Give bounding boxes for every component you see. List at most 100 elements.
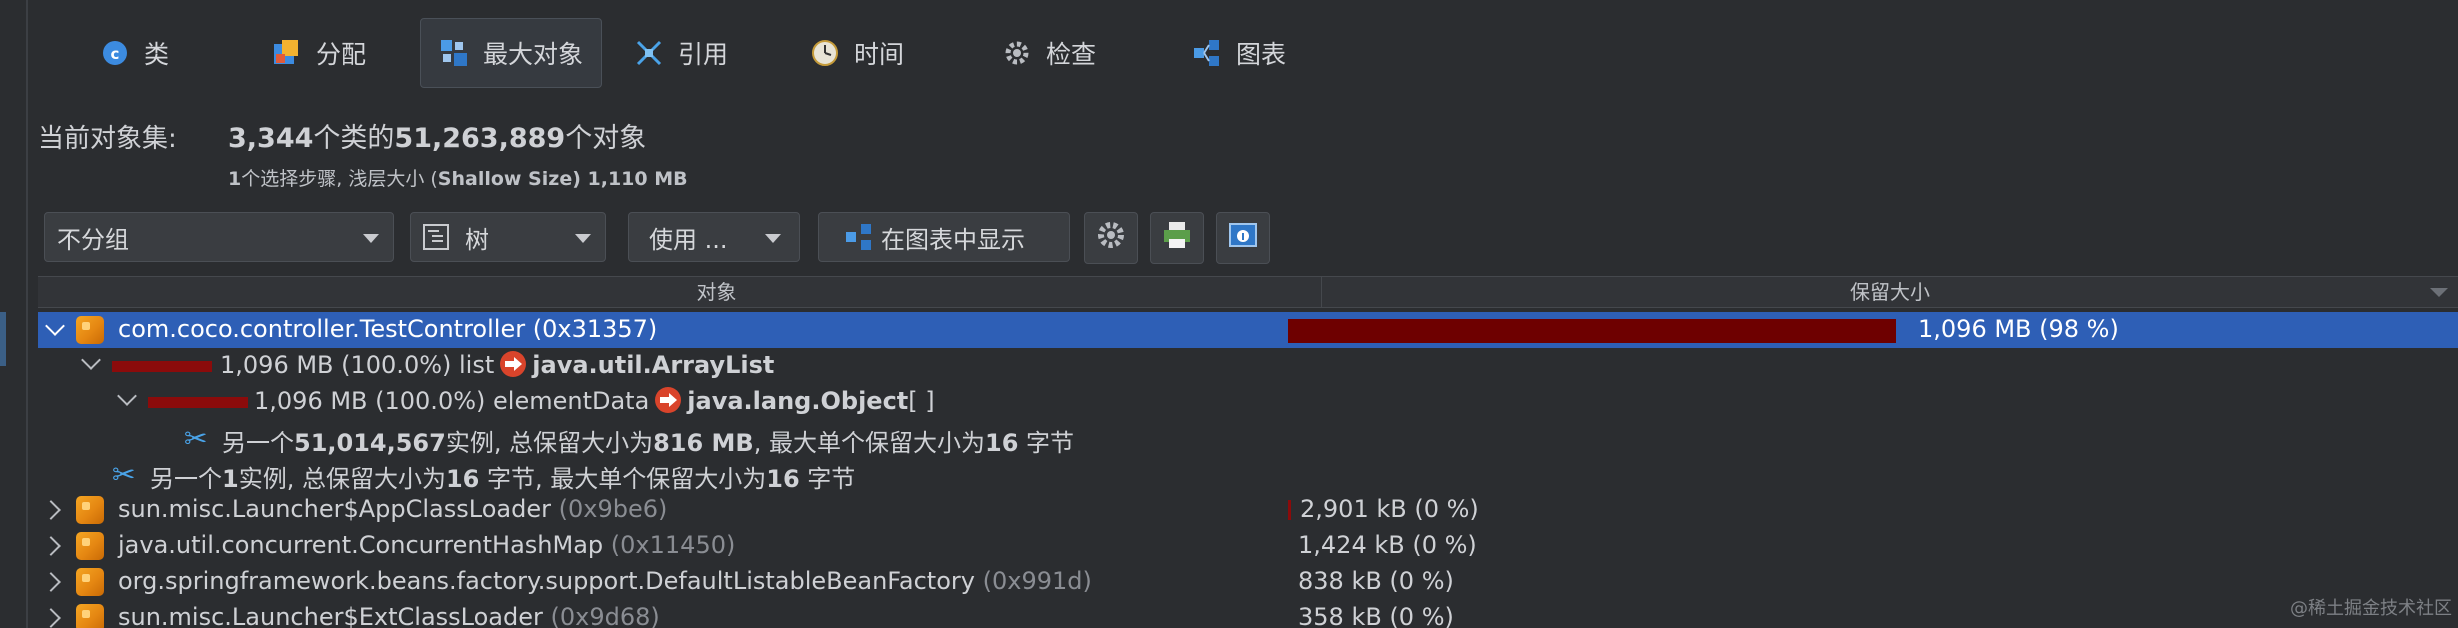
max-retained-size: 16 (766, 465, 800, 493)
chevron-right-icon[interactable] (41, 572, 61, 592)
table-row[interactable]: 1,096 MB (100.0%) elementData java.lang.O… (38, 384, 2458, 420)
printer-icon (1161, 219, 1193, 257)
class-name: sun.misc.Launcher$AppClassLoader (118, 495, 551, 523)
summary-text: 字节 (799, 465, 856, 493)
table-row[interactable]: java.util.concurrent.ConcurrentHashMap (… (38, 528, 2458, 564)
info-panel-button[interactable] (1216, 212, 1270, 264)
column-header-retained-size[interactable]: 保留大小 (1322, 277, 2458, 307)
grouping-value: 不分组 (57, 225, 129, 254)
class-icon: c (100, 38, 130, 68)
class-name: sun.misc.Launcher$ExtClassLoader (118, 603, 543, 628)
table-header: 对象 保留大小 (38, 276, 2458, 308)
table-row[interactable]: ✂ 另一个1实例, 总保留大小为16 字节, 最大单个保留大小为16 字节 (38, 456, 2458, 494)
field-name: list (459, 351, 495, 379)
object-set-label: 当前对象集: (38, 124, 177, 154)
allocation-icon (272, 38, 302, 68)
object-instance-icon (76, 496, 104, 524)
left-gutter (0, 0, 28, 628)
tab-label: 时间 (854, 40, 905, 69)
object-set-summary: 3,344个类的51,263,889个对象 (228, 116, 646, 155)
retained-size: 358 kB (0 %) (1298, 603, 1454, 628)
object-address: (0x991d) (982, 567, 1092, 595)
svg-text:c: c (111, 45, 120, 63)
show-in-graph-button[interactable]: 在图表中显示 (818, 212, 1070, 262)
table-row[interactable]: sun.misc.Launcher$AppClassLoader (0x9be6… (38, 492, 2458, 528)
cut-off-summary: 另一个51,014,567实例, 总保留大小为816 MB, 最大单个保留大小为… (222, 423, 1074, 458)
view-tabs: c 类 分配 最大对象 引用 时间 检查 图表 (30, 14, 2458, 92)
tab-label: 类 (144, 40, 170, 69)
retained-size: 838 kB (0 %) (1298, 567, 1454, 595)
use-label: 使用 ... (649, 225, 728, 254)
table-row[interactable]: org.springframework.beans.factory.suppor… (38, 564, 2458, 600)
summary-text: 字节 (1018, 429, 1075, 457)
object-name: sun.misc.Launcher$AppClassLoader (0x9be6… (118, 495, 667, 523)
sort-descending-icon (2430, 288, 2448, 297)
tab-allocations[interactable]: 分配 (254, 18, 384, 88)
cut-off-summary: 另一个1实例, 总保留大小为16 字节, 最大单个保留大小为16 字节 (150, 459, 855, 494)
tab-biggest-objects[interactable]: 最大对象 (420, 18, 603, 88)
retained-size-percent: 1,096 MB (100.0%) (220, 351, 452, 379)
chevron-down-icon[interactable] (117, 386, 137, 406)
table-row[interactable]: sun.misc.Launcher$ExtClassLoader (0x9d68… (38, 600, 2458, 628)
object-address: (0x11450) (610, 531, 736, 559)
selection-steps-info: 1个选择步骤, 浅层大小 (Shallow Size) 1,110 MB (228, 164, 688, 191)
reference-arrow-icon (655, 387, 682, 413)
graph-icon (1192, 38, 1222, 68)
table-row[interactable]: 1,096 MB (100.0%) list java.util.ArrayLis… (38, 348, 2458, 384)
chevron-down-icon (363, 234, 379, 243)
chevron-right-icon[interactable] (41, 608, 61, 628)
retained-size: 1,424 kB (0 %) (1298, 531, 1477, 559)
instance-count: 1 (222, 465, 239, 493)
object-address: (0x31357) (532, 315, 658, 343)
watermark: @稀土掘金技术社区 (2290, 598, 2452, 619)
gutter-marker (0, 312, 6, 366)
tab-graph[interactable]: 图表 (1174, 18, 1304, 88)
tab-time[interactable]: 时间 (792, 18, 922, 88)
steps-count: 1 (228, 168, 242, 190)
table-row[interactable]: com.coco.controller.TestController (0x31… (38, 312, 2458, 348)
scissors-icon: ✂ (184, 422, 208, 455)
tab-label: 最大对象 (483, 40, 584, 69)
tab-inspect[interactable]: 检查 (984, 18, 1114, 88)
graph-icon (845, 223, 873, 251)
tab-classes[interactable]: c 类 (82, 18, 187, 88)
retained-size-bar (1288, 319, 1896, 343)
object-name: java.util.concurrent.ConcurrentHashMap (… (118, 531, 735, 559)
settings-button[interactable] (1084, 212, 1138, 264)
chevron-down-icon (575, 234, 591, 243)
references-icon (634, 38, 664, 68)
gear-icon (1095, 219, 1127, 257)
export-button[interactable] (1150, 212, 1204, 264)
object-instance-icon (76, 532, 104, 560)
object-instance-icon (76, 604, 104, 628)
class-name: com.coco.controller.TestController (118, 315, 526, 343)
class-count: 3,344 (228, 123, 314, 154)
chevron-down-icon[interactable] (81, 350, 101, 370)
chevron-right-icon[interactable] (41, 500, 61, 520)
column-header-object[interactable]: 对象 (112, 277, 1322, 307)
tab-label: 分配 (316, 40, 367, 69)
view-mode-value: 树 (465, 225, 489, 254)
tab-references[interactable]: 引用 (616, 18, 746, 88)
time-icon (810, 38, 840, 68)
summary-text: 另一个 (222, 429, 294, 457)
object-instance-icon (76, 316, 104, 344)
tab-label: 引用 (678, 40, 729, 69)
retained-size-minibar (148, 397, 248, 408)
column-header-label: 保留大小 (1850, 280, 1930, 304)
grouping-dropdown[interactable]: 不分组 (44, 212, 394, 262)
retained-size: 1,096 MB (98 %) (1918, 315, 2119, 343)
chevron-right-icon[interactable] (41, 536, 61, 556)
view-mode-dropdown[interactable]: 树 (410, 212, 606, 262)
retained-size-minibar (112, 361, 212, 372)
field-name: elementData (493, 387, 650, 415)
biggest-objects-icon (439, 38, 469, 68)
info-window-icon (1227, 219, 1259, 257)
table-row[interactable]: ✂ 另一个51,014,567实例, 总保留大小为816 MB, 最大单个保留大… (38, 420, 2458, 458)
chevron-down-icon[interactable] (45, 316, 65, 336)
object-name: org.springframework.beans.factory.suppor… (118, 567, 1092, 595)
scissors-icon: ✂ (112, 458, 136, 491)
steps-text: 个选择步骤, 浅层大小 ( (241, 168, 438, 190)
shallow-size-value: ) 1,110 MB (572, 168, 688, 190)
use-dropdown-button[interactable]: 使用 ... (628, 212, 800, 262)
